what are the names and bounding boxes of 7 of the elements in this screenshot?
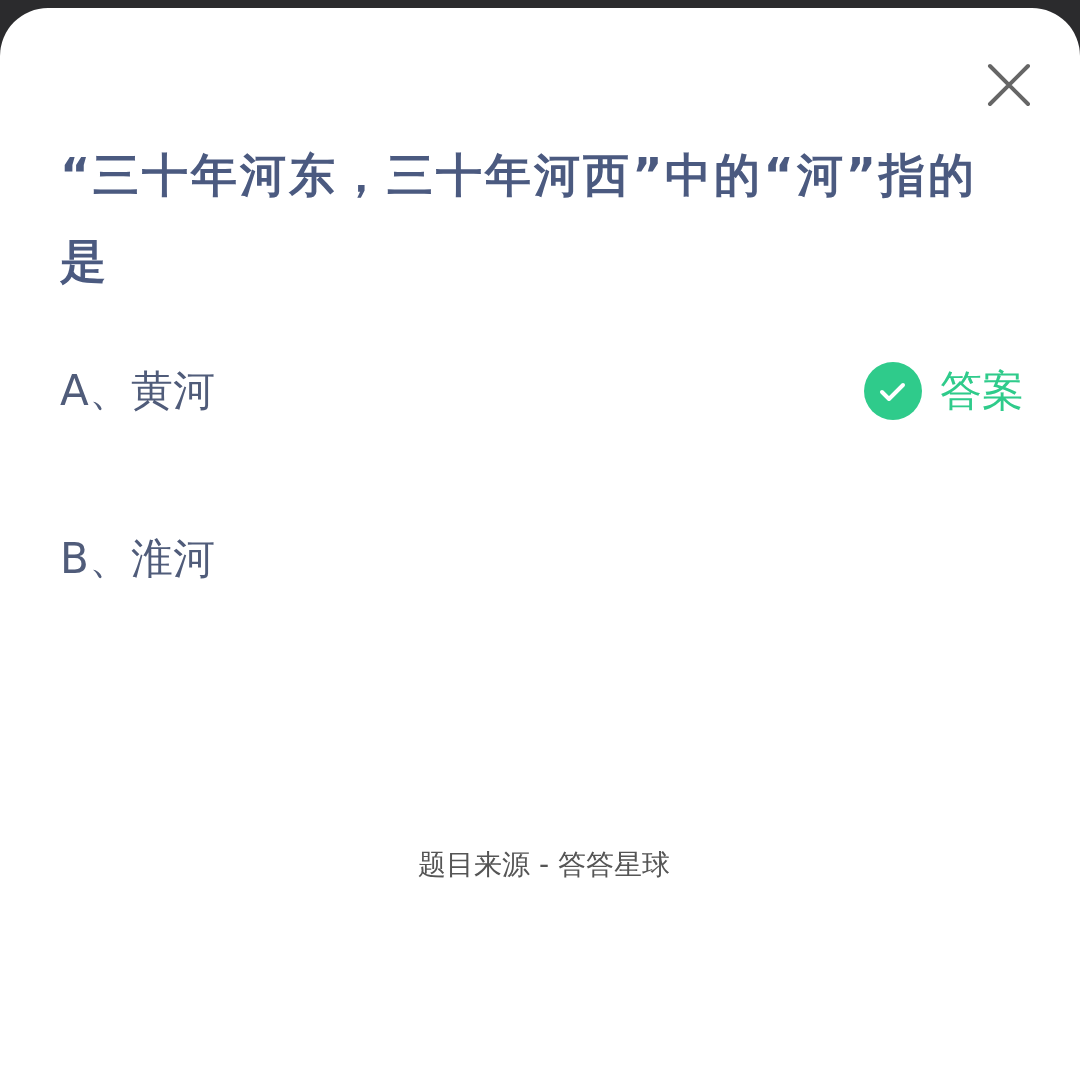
- check-icon: [864, 362, 922, 420]
- question-text: “三十年河东，三十年河西”中的“河”指的是: [60, 147, 978, 290]
- answer-option[interactable]: A、黄河: [60, 363, 215, 419]
- close-icon[interactable]: [986, 62, 1032, 108]
- answer-label: 答案: [940, 365, 1024, 417]
- source-text: 题目来源 - 答答星球: [417, 847, 671, 883]
- answer-option[interactable]: B、淮河: [60, 531, 215, 587]
